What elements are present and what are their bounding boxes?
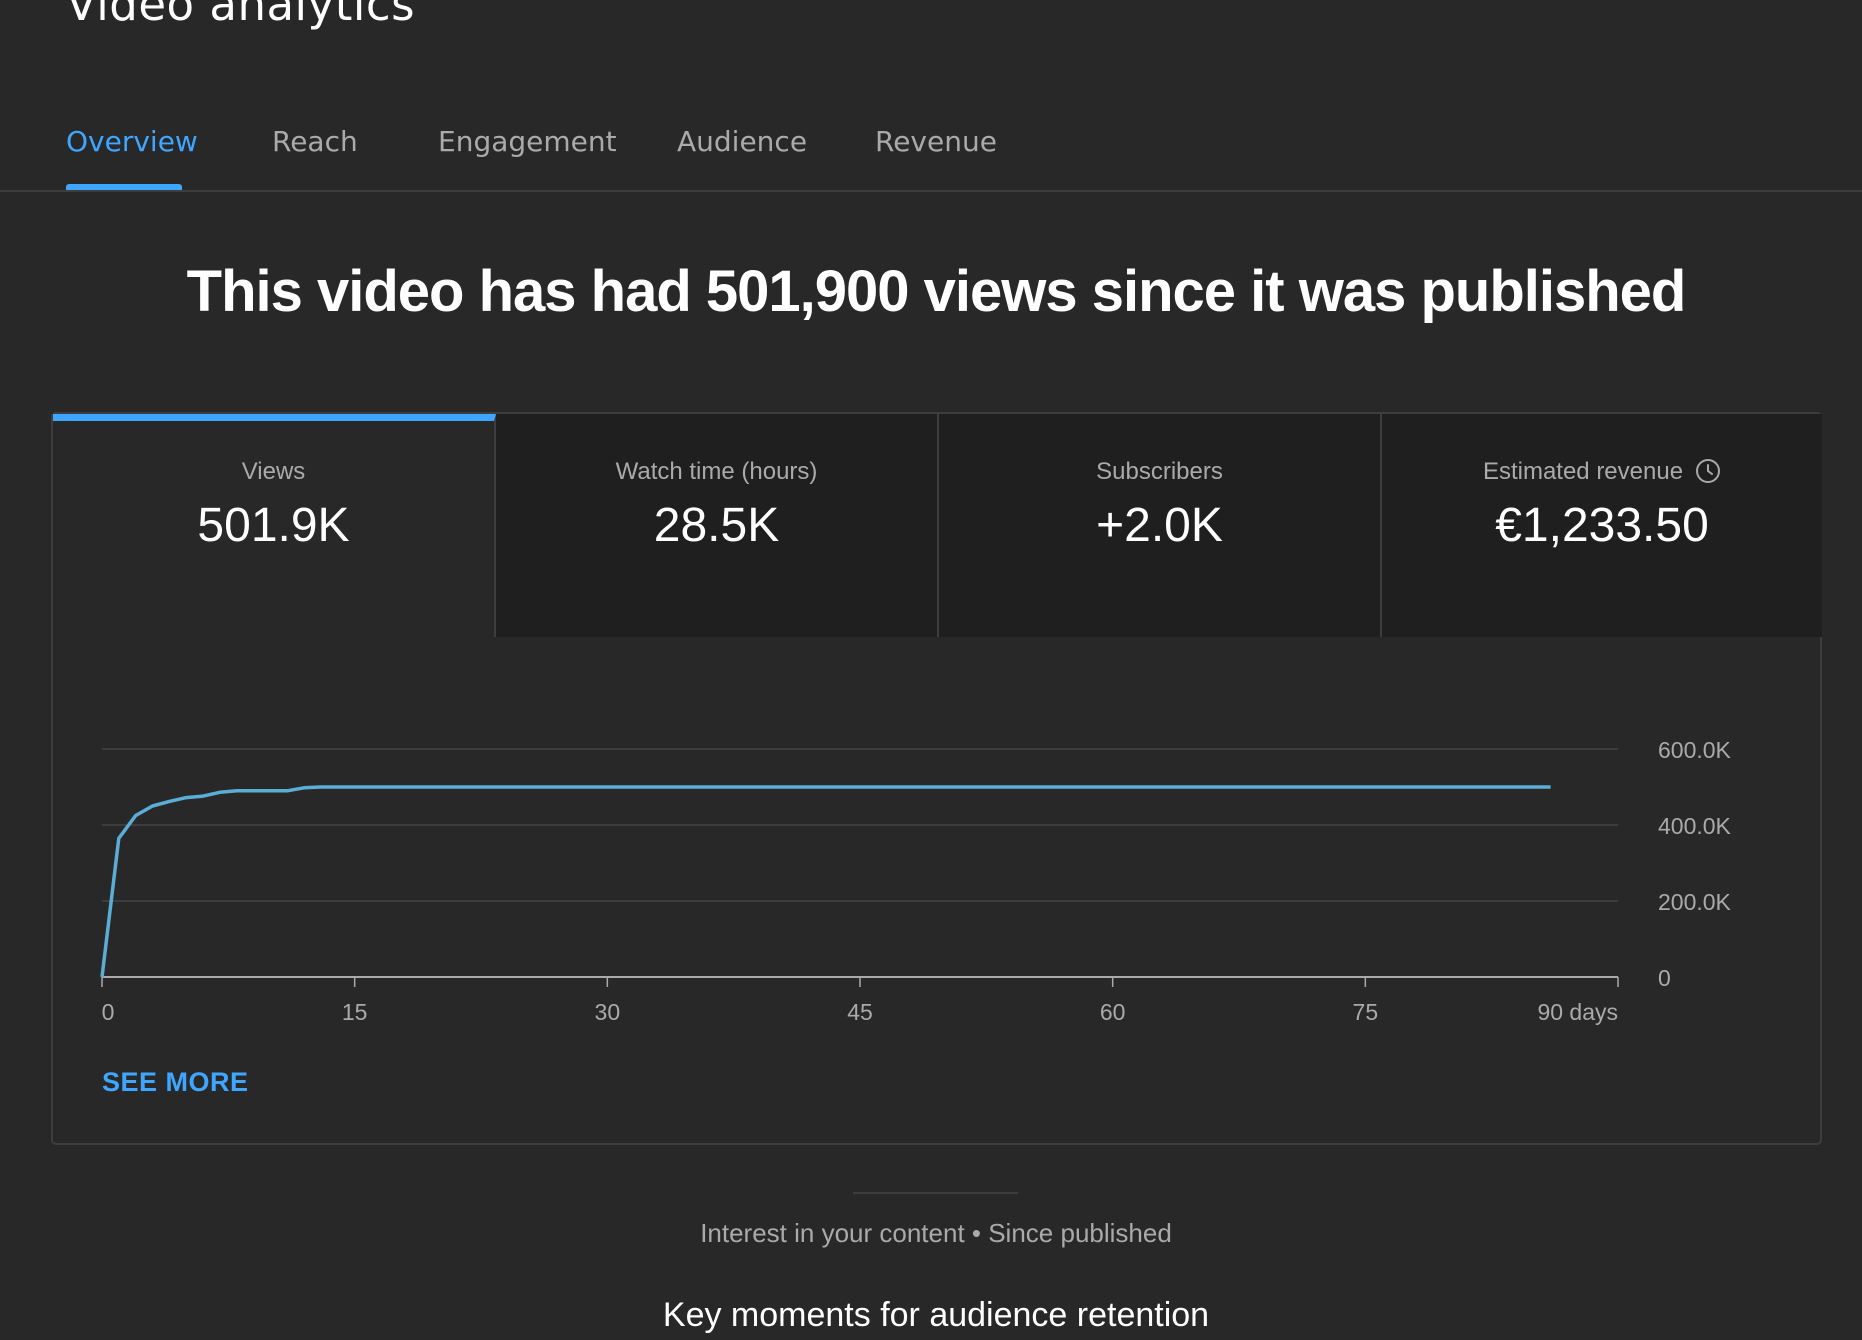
y-tick-label: 400.0K <box>1658 813 1732 839</box>
x-tick-label: 30 <box>595 999 621 1025</box>
views-line-chart: 0 200.0K 400.0K 600.0K 0 15 30 45 60 75 90 days <box>100 737 1732 1025</box>
y-tick-label: 200.0K <box>1658 889 1732 915</box>
views-series-line <box>100 785 1551 978</box>
interest-subtitle: Interest in your content • Since publish… <box>700 1218 1172 1248</box>
retention-section-title: Key moments for audience retention <box>662 1296 1210 1334</box>
x-tick-label: 60 <box>1100 999 1126 1025</box>
tab-audience[interactable]: Audience <box>677 125 807 158</box>
active-tab-indicator <box>66 184 182 190</box>
x-tick-label: 0 <box>102 999 115 1025</box>
metrics-card: Views 501.9K Watch time (hours) 28.5K Su… <box>51 412 1822 1145</box>
tab-overview[interactable]: Overview <box>66 125 198 158</box>
x-tick-label: 15 <box>342 999 368 1025</box>
y-tick-label: 600.0K <box>1658 737 1732 763</box>
x-tick-label: 75 <box>1353 999 1379 1025</box>
x-tick-label: 90 days <box>1537 999 1618 1025</box>
section-divider <box>853 1192 1018 1194</box>
tab-engagement[interactable]: Engagement <box>438 125 617 158</box>
views-headline: This video has had 501,900 views since i… <box>186 259 1687 324</box>
page-title: Video analytics <box>66 0 416 31</box>
tab-revenue[interactable]: Revenue <box>875 125 997 158</box>
see-more-button[interactable]: SEE MORE <box>102 1067 249 1098</box>
y-tick-label: 0 <box>1658 965 1671 991</box>
x-tick-label: 45 <box>847 999 873 1025</box>
tab-reach[interactable]: Reach <box>272 125 358 158</box>
analytics-tabs: Overview Reach Engagement Audience Reven… <box>0 110 1862 192</box>
